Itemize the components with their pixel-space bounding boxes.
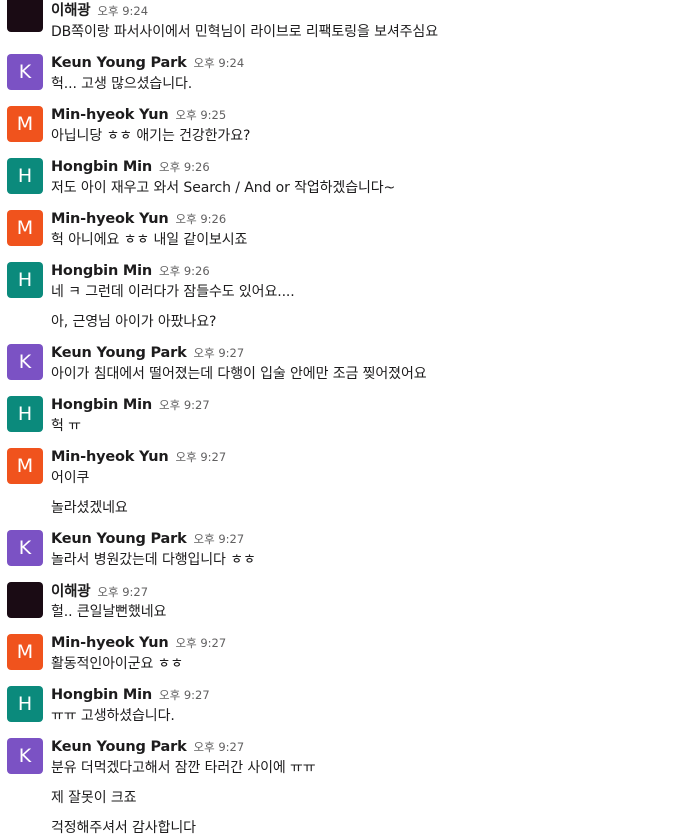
message-text: 어이쿠 xyxy=(51,470,90,486)
message-text: 놀라서 병원갔는데 다행입니다 ㅎㅎ xyxy=(51,552,256,568)
timestamp[interactable]: 오후 9:25 xyxy=(176,108,227,122)
author-name[interactable]: Keun Young Park xyxy=(51,531,187,547)
author-name[interactable]: Keun Young Park xyxy=(51,345,187,361)
timestamp[interactable]: 오후 9:27 xyxy=(194,740,245,754)
avatar[interactable]: M xyxy=(7,448,43,484)
avatar[interactable]: K xyxy=(7,344,43,380)
timestamp[interactable]: 오후 9:24 xyxy=(194,56,245,70)
message-header: Keun Young Park 오후 9:27 xyxy=(51,528,244,547)
timestamp[interactable]: 오후 9:27 xyxy=(159,688,210,702)
message-header: Min-hyeok Yun 오후 9:26 xyxy=(51,208,226,227)
message-text: 저도 아이 재우고 와서 Search / And or 작업하겠습니다~ xyxy=(51,180,396,196)
message-text: 네 ㅋ 그런데 이러다가 잠들수도 있어요.... xyxy=(51,284,295,300)
message-header: Min-hyeok Yun 오후 9:27 xyxy=(51,632,226,651)
message-text: 헉... 고생 많으셨습니다. xyxy=(51,76,193,92)
author-name[interactable]: Hongbin Min xyxy=(51,397,152,413)
avatar[interactable]: K xyxy=(7,738,43,774)
avatar[interactable] xyxy=(7,582,43,618)
message-header: 이해광 오후 9:24 xyxy=(51,0,148,20)
message-text: DB쪽이랑 파서사이에서 민혁님이 라이브로 리팩토링을 보셔주심요 xyxy=(51,24,438,40)
message-header: Min-hyeok Yun 오후 9:27 xyxy=(51,446,226,465)
message-text: 아이가 침대에서 떨어졌는데 다행이 입술 안에만 조금 찢어졌어요 xyxy=(51,366,427,382)
avatar[interactable]: H xyxy=(7,158,43,194)
avatar[interactable]: H xyxy=(7,686,43,722)
message-text: 헐.. 큰일날뻔했네요 xyxy=(51,604,167,620)
message-text: 아닙니당 ㅎㅎ 애기는 건강한가요? xyxy=(51,128,251,144)
avatar[interactable]: H xyxy=(7,396,43,432)
message-text: 놀라셨겠네요 xyxy=(51,500,128,516)
message-text: 헉 아니에요 ㅎㅎ 내일 같이보시죠 xyxy=(51,232,248,248)
author-name[interactable]: 이해광 xyxy=(51,3,91,19)
message-text: 분유 더먹겠다고해서 잠깐 타러간 사이에 ㅠㅠ xyxy=(51,760,316,776)
avatar[interactable]: M xyxy=(7,106,43,142)
author-name[interactable]: Hongbin Min xyxy=(51,687,152,703)
author-name[interactable]: Min-hyeok Yun xyxy=(51,449,169,465)
author-name[interactable]: Keun Young Park xyxy=(51,55,187,71)
message-header: 이해광 오후 9:27 xyxy=(51,580,148,601)
message-header: Hongbin Min 오후 9:26 xyxy=(51,260,210,279)
message-text: 제 잘못이 크죠 xyxy=(51,790,137,806)
author-name[interactable]: Hongbin Min xyxy=(51,263,152,279)
timestamp[interactable]: 오후 9:26 xyxy=(159,160,210,174)
message-header: Keun Young Park 오후 9:24 xyxy=(51,52,244,71)
message-text: 걱정해주셔서 감사합니다 xyxy=(51,820,196,836)
avatar[interactable] xyxy=(7,0,43,32)
avatar[interactable]: M xyxy=(7,634,43,670)
avatar[interactable]: H xyxy=(7,262,43,298)
timestamp[interactable]: 오후 9:27 xyxy=(97,585,148,599)
avatar[interactable]: K xyxy=(7,54,43,90)
timestamp[interactable]: 오후 9:26 xyxy=(159,264,210,278)
message-text: ㅠㅠ 고생하셨습니다. xyxy=(51,708,175,724)
message-header: Hongbin Min 오후 9:27 xyxy=(51,684,210,703)
message-header: Hongbin Min 오후 9:27 xyxy=(51,394,210,413)
avatar[interactable]: K xyxy=(7,530,43,566)
message-text: 아, 근영님 아이가 아팠나요? xyxy=(51,314,217,330)
message-text: 활동적인아이군요 ㅎㅎ xyxy=(51,656,184,672)
author-name[interactable]: Min-hyeok Yun xyxy=(51,635,169,651)
author-name[interactable]: Hongbin Min xyxy=(51,159,152,175)
author-name[interactable]: Min-hyeok Yun xyxy=(51,107,169,123)
author-name[interactable]: Min-hyeok Yun xyxy=(51,211,169,227)
message-header: Min-hyeok Yun 오후 9:25 xyxy=(51,104,226,123)
timestamp[interactable]: 오후 9:24 xyxy=(97,4,148,18)
message-text: 헉 ㅠ xyxy=(51,418,81,434)
avatar[interactable]: M xyxy=(7,210,43,246)
timestamp[interactable]: 오후 9:27 xyxy=(159,398,210,412)
timestamp[interactable]: 오후 9:26 xyxy=(176,212,227,226)
timestamp[interactable]: 오후 9:27 xyxy=(176,636,227,650)
message-header: Keun Young Park 오후 9:27 xyxy=(51,736,244,755)
message-header: Hongbin Min 오후 9:26 xyxy=(51,156,210,175)
timestamp[interactable]: 오후 9:27 xyxy=(176,450,227,464)
timestamp[interactable]: 오후 9:27 xyxy=(194,532,245,546)
timestamp[interactable]: 오후 9:27 xyxy=(194,346,245,360)
author-name[interactable]: 이해광 xyxy=(51,584,91,600)
author-name[interactable]: Keun Young Park xyxy=(51,739,187,755)
message-header: Keun Young Park 오후 9:27 xyxy=(51,342,244,361)
